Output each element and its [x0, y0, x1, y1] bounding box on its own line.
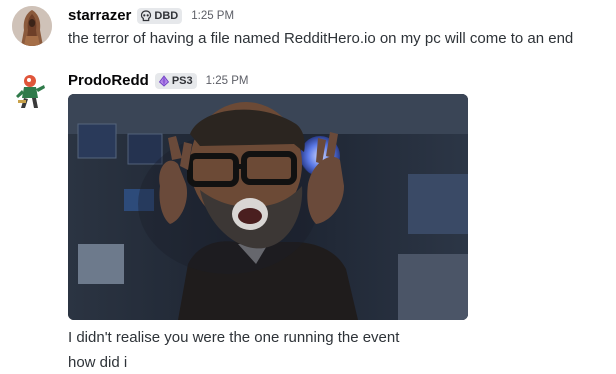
avatar[interactable] — [12, 72, 52, 112]
username[interactable]: ProdoRedd — [68, 72, 149, 89]
clan-tag-label: PS3 — [171, 74, 193, 87]
gem-icon — [158, 74, 169, 87]
clan-tag[interactable]: PS3 — [154, 72, 197, 89]
message-2: ProdoRedd PS3 1:25 PM I didn't realise y… — [0, 0, 616, 374]
gif-attachment[interactable] — [68, 94, 468, 320]
message-text: I didn't realise you were the one runnin… — [68, 329, 400, 346]
timestamp[interactable]: 1:25 PM — [206, 75, 249, 87]
message-text: how did i — [68, 354, 128, 371]
